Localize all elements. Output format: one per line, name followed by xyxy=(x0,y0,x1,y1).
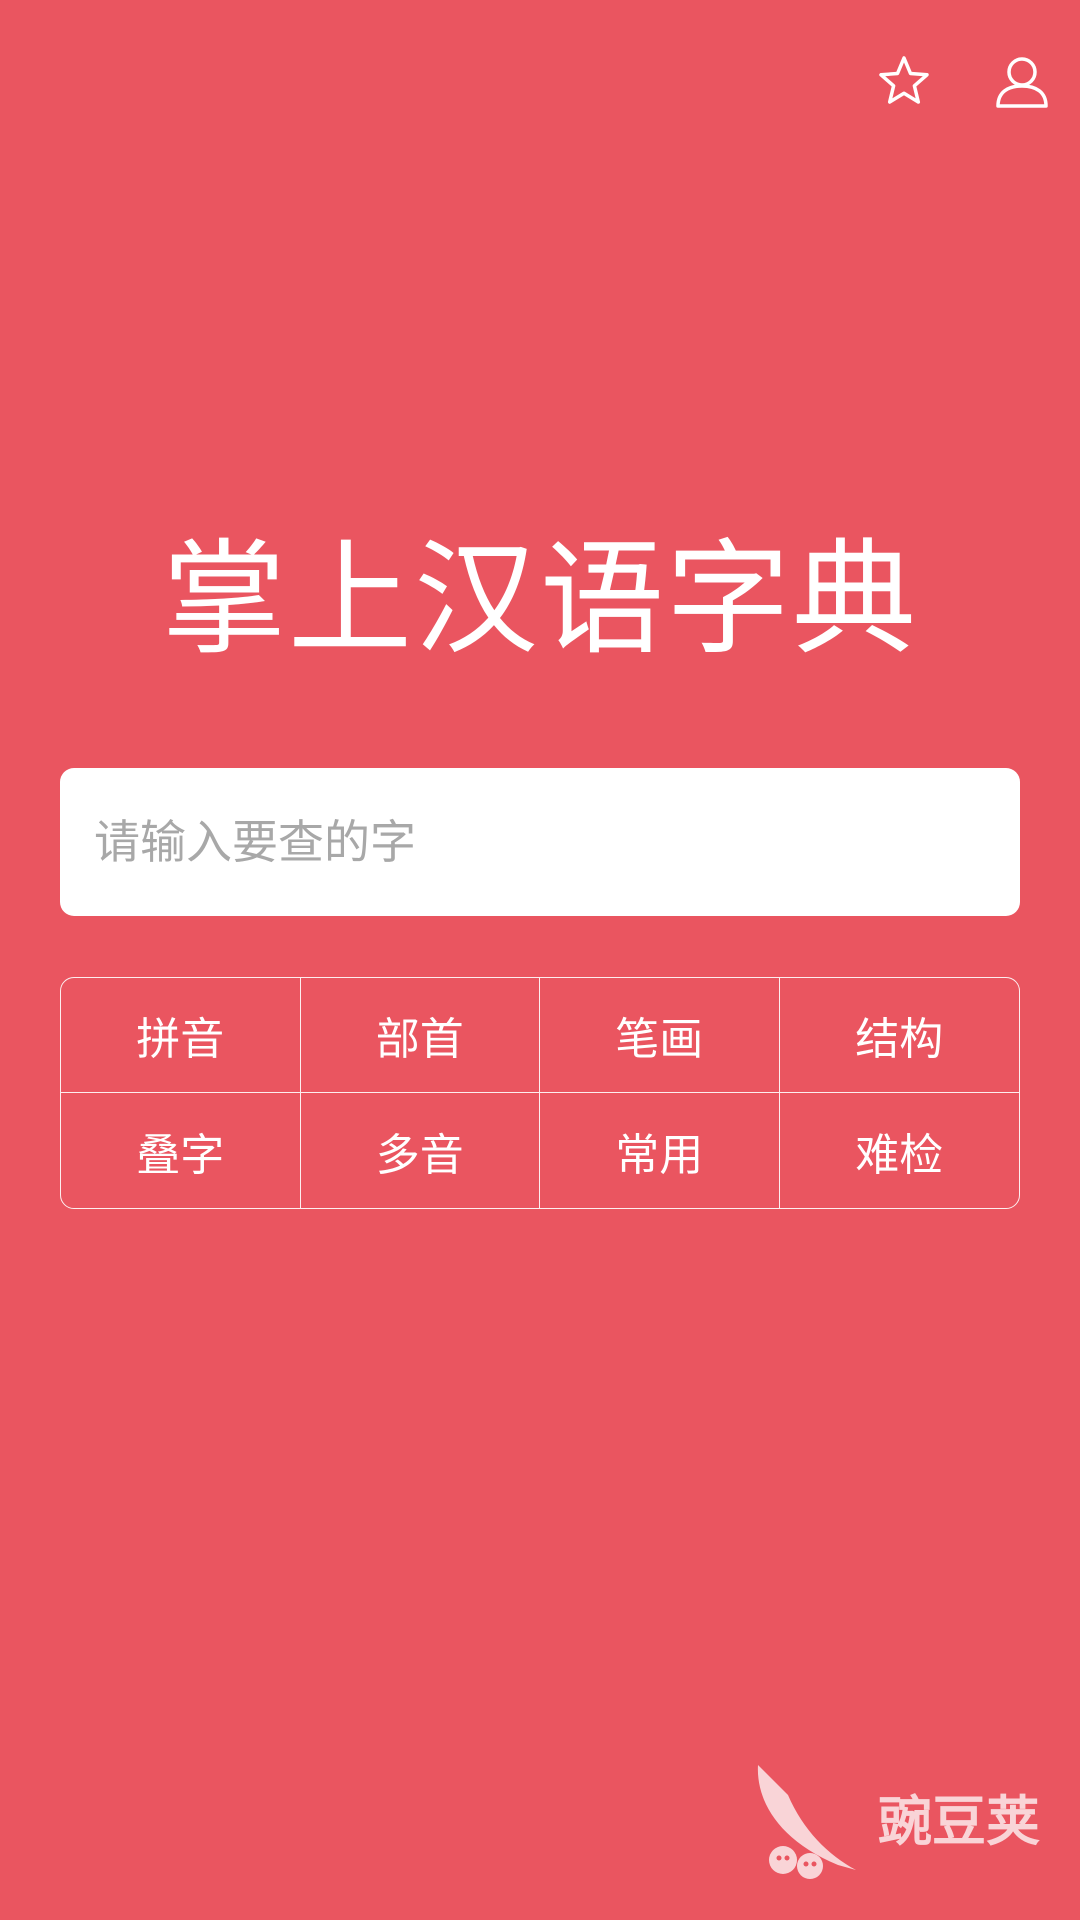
watermark-text: 豌豆荚 xyxy=(878,1790,1040,1853)
category-pinyin[interactable]: 拼音 xyxy=(61,978,301,1093)
category-polyphonic[interactable]: 多音 xyxy=(301,1093,540,1208)
user-icon xyxy=(996,57,1048,108)
category-stroke[interactable]: 笔画 xyxy=(540,978,780,1093)
search-box[interactable] xyxy=(60,768,1020,916)
watermark: 豌豆荚 xyxy=(748,1760,1040,1880)
profile-button[interactable] xyxy=(992,52,1052,112)
category-grid: 拼音 部首 笔画 结构 叠字 多音 常用 难检 xyxy=(60,977,1020,1209)
category-radical[interactable]: 部首 xyxy=(300,978,540,1093)
category-common[interactable]: 常用 xyxy=(540,1093,780,1208)
favorite-button[interactable] xyxy=(874,52,934,112)
pea-pod-logo-icon xyxy=(757,1765,856,1879)
header-actions xyxy=(874,52,1052,112)
app-title: 掌上汉语字典 xyxy=(161,528,918,672)
search-input[interactable] xyxy=(92,814,988,870)
category-reduplicated[interactable]: 叠字 xyxy=(61,1093,301,1208)
star-icon xyxy=(879,56,929,104)
category-structure[interactable]: 结构 xyxy=(779,978,1019,1093)
category-hard-to-find[interactable]: 难检 xyxy=(780,1093,1020,1208)
